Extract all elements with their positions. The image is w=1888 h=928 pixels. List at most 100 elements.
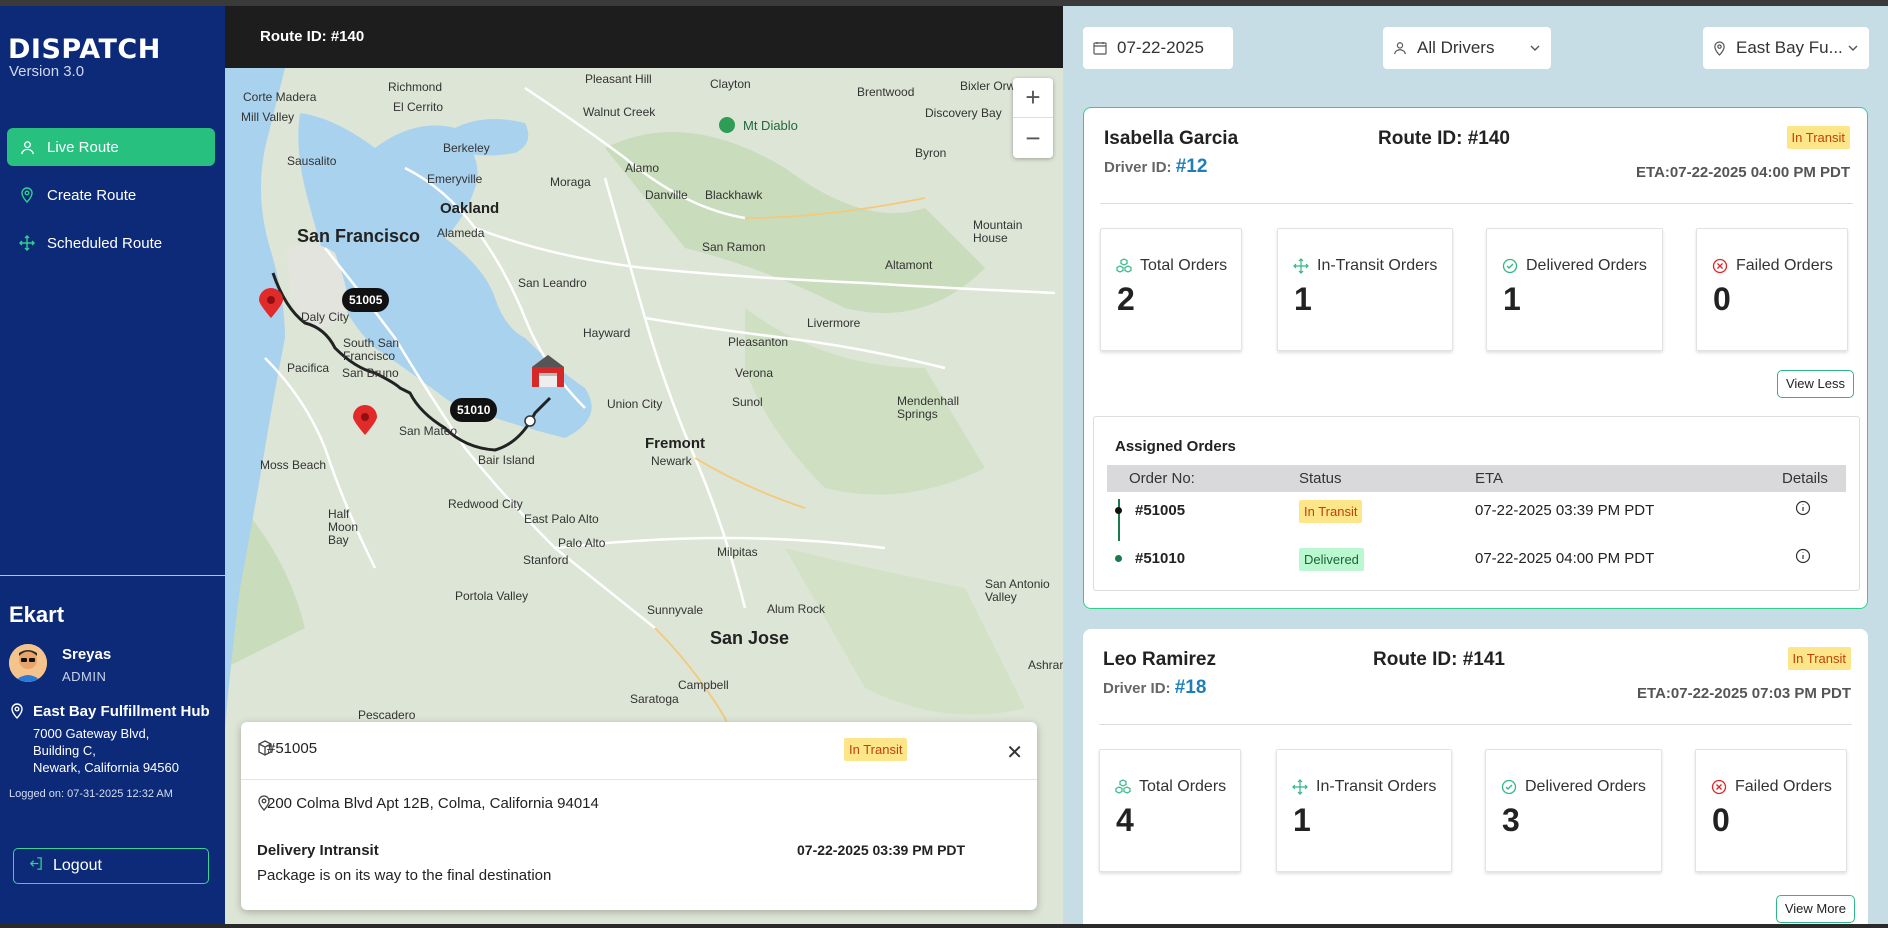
sidebar-item-live-route[interactable]: Live Route xyxy=(7,128,215,166)
map-place-label: Verona xyxy=(735,366,774,380)
map-place-label: Milpitas xyxy=(717,545,758,559)
driver-id: Driver ID: #18 xyxy=(1103,677,1206,699)
location-pin-icon xyxy=(19,187,35,203)
route-card[interactable]: Leo Ramirez Driver ID: #18 Route ID: #14… xyxy=(1083,629,1868,924)
map-place-label: San Francisco xyxy=(297,226,421,246)
hub-address: 7000 Gateway Blvd, Building C, Newark, C… xyxy=(33,725,179,776)
stat-label: Total Orders xyxy=(1139,778,1227,795)
driver-id: Driver ID: #12 xyxy=(1104,156,1207,178)
order-number: #51010 xyxy=(1135,550,1186,567)
map-place-label: Altamont xyxy=(885,258,933,272)
map-place-label: Stanford xyxy=(523,553,569,567)
stat-value: 2 xyxy=(1117,281,1135,317)
map-place-label: Newark xyxy=(651,454,692,468)
stat-value: 4 xyxy=(1116,802,1134,838)
column-header: Status xyxy=(1299,470,1342,487)
route-card[interactable]: Isabella Garcia Driver ID: #12 Route ID:… xyxy=(1083,107,1868,609)
stat-value: 3 xyxy=(1502,802,1520,838)
logout-label: Logout xyxy=(53,857,102,874)
map-place-label: San Jose xyxy=(710,628,790,648)
map-place-label: Fremont xyxy=(645,435,705,452)
map-place-label: Pescadero xyxy=(358,708,416,722)
date-filter[interactable]: 07-22-2025 xyxy=(1083,27,1233,69)
close-icon[interactable]: ✕ xyxy=(1006,740,1023,765)
table-row[interactable]: #51005 In Transit 07-22-2025 03:39 PM PD… xyxy=(1107,497,1846,537)
sidebar-item-label: Create Route xyxy=(47,186,137,204)
route-end-marker xyxy=(524,415,536,427)
map-place-label: Berkeley xyxy=(443,141,490,155)
check-circle-icon xyxy=(1502,258,1518,274)
map-place-label: Danville xyxy=(645,188,688,202)
map-place-label: Redwood City xyxy=(448,497,523,511)
stat-label: In-Transit Orders xyxy=(1316,778,1437,795)
driver-id-label: Driver ID: xyxy=(1104,159,1172,176)
map-place-label: Union City xyxy=(607,397,663,411)
table-row[interactable]: #51010 Delivered 07-22-2025 04:00 PM PDT xyxy=(1107,545,1846,585)
stat-value: 0 xyxy=(1712,802,1730,838)
driver-select-value: All Drivers xyxy=(1417,38,1495,57)
boxes-icon xyxy=(1116,258,1132,274)
driver-id-value: #18 xyxy=(1174,677,1207,698)
hub-address-line: Building C, xyxy=(33,743,96,758)
map-header-route-id: Route ID: #140 xyxy=(225,6,1063,68)
map-place-label: Emeryville xyxy=(427,172,483,186)
hub-select[interactable]: East Bay Fu... xyxy=(1703,27,1869,69)
sidebar-item-scheduled-route[interactable]: Scheduled Route xyxy=(7,224,215,262)
timeline-dot xyxy=(1115,507,1122,514)
map-place-label: San Leandro xyxy=(518,276,587,290)
pin-label-51005[interactable]: 51005 xyxy=(342,288,390,312)
route-map[interactable]: 51005 51010 Corte Madera Richmond Pleasa… xyxy=(225,68,1063,924)
info-icon[interactable] xyxy=(1795,500,1811,520)
assigned-orders: Assigned Orders Order No: Status ETA Det… xyxy=(1093,416,1860,591)
stat-total-orders: Total Orders 2 xyxy=(1100,228,1242,351)
sidebar: DISPATCH Version 3.0 Live Route Create R… xyxy=(0,6,225,924)
stat-value: 1 xyxy=(1503,281,1521,317)
view-more-button[interactable]: View More xyxy=(1775,895,1855,923)
chevron-down-icon xyxy=(1847,39,1859,59)
map-place-label: Byron xyxy=(915,146,947,160)
hub-name: East Bay Fulfillment Hub xyxy=(33,703,210,720)
map-zoom-controls: + − xyxy=(1013,78,1053,158)
zoom-out-button[interactable]: − xyxy=(1013,118,1053,158)
route-id: Route ID: #141 xyxy=(1373,649,1505,670)
map-place-label: Livermore xyxy=(807,316,861,330)
popup-divider xyxy=(241,779,1037,780)
avatar xyxy=(9,644,47,682)
map-place-label: Hayward xyxy=(583,326,631,340)
stat-label: Delivered Orders xyxy=(1526,257,1647,274)
map-place-label: Alamo xyxy=(625,161,660,175)
map-place-label: Oakland xyxy=(440,200,500,217)
popup-order-row: #51005 xyxy=(257,740,317,757)
order-number: #51005 xyxy=(1135,502,1186,519)
map-place-label: San Bruno xyxy=(342,366,399,380)
map-place-label: San Antonio Valley xyxy=(985,577,1050,604)
stat-failed-orders: Failed Orders 0 xyxy=(1695,749,1847,872)
logout-button[interactable]: Logout xyxy=(13,848,209,884)
driver-select[interactable]: All Drivers xyxy=(1383,27,1551,69)
zoom-in-button[interactable]: + xyxy=(1013,78,1053,118)
map-place-label: Daly City xyxy=(301,310,350,324)
map-place-label: Brentwood xyxy=(857,85,915,99)
map-place-label: Mountain House xyxy=(973,218,1023,245)
x-circle-icon xyxy=(1712,258,1728,274)
sidebar-item-create-route[interactable]: Create Route xyxy=(7,176,215,214)
version-label: Version 3.0 xyxy=(9,63,85,80)
route-id: Route ID: #140 xyxy=(1378,128,1510,149)
stat-label: Total Orders xyxy=(1140,257,1228,274)
view-less-button[interactable]: View Less xyxy=(1776,370,1854,398)
map-place-label: Mill Valley xyxy=(241,110,295,124)
map-place-label: Sausalito xyxy=(287,154,337,168)
move-arrows-icon xyxy=(19,235,35,251)
map-place-label: Sunol xyxy=(732,395,763,409)
order-eta: 07-22-2025 04:00 PM PDT xyxy=(1475,550,1655,567)
info-icon[interactable] xyxy=(1795,548,1811,568)
map-place-label: Blackhawk xyxy=(705,188,763,202)
driver-name: Isabella Garcia xyxy=(1104,128,1239,149)
orders-table-header: Order No: Status ETA Details xyxy=(1107,465,1846,492)
brand-logo: DISPATCH xyxy=(8,34,161,65)
map-place-label: Pacifica xyxy=(287,361,330,375)
driver-id-label: Driver ID: xyxy=(1103,680,1171,697)
chevron-down-icon xyxy=(1529,39,1541,59)
pin-label-51010[interactable]: 51010 xyxy=(450,398,498,422)
stat-value: 0 xyxy=(1713,281,1731,317)
